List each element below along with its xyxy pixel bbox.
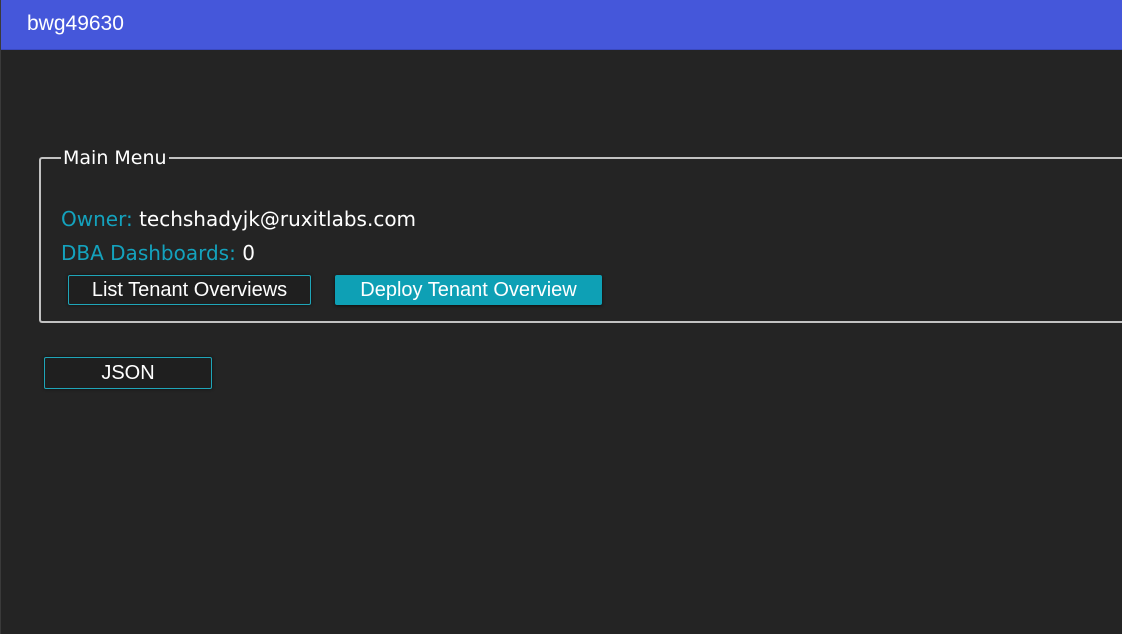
window-title: bwg49630 bbox=[27, 12, 124, 35]
dba-dashboards-value: 0 bbox=[242, 241, 255, 265]
owner-value: techshadyjk@ruxitlabs.com bbox=[139, 207, 417, 231]
deploy-tenant-overview-button[interactable]: Deploy Tenant Overview bbox=[335, 275, 602, 305]
app-window: bwg49630 Main Menu Owner: techshadyjk@ru… bbox=[0, 0, 1122, 634]
owner-label: Owner: bbox=[61, 207, 133, 231]
main-menu-panel: Main Menu Owner: techshadyjk@ruxitlabs.c… bbox=[39, 147, 1122, 323]
json-button[interactable]: JSON bbox=[44, 357, 212, 389]
main-menu-legend: Main Menu bbox=[63, 147, 167, 169]
dba-dashboards-label: DBA Dashboards: bbox=[61, 241, 236, 265]
owner-row: Owner: techshadyjk@ruxitlabs.com bbox=[61, 207, 416, 231]
list-tenant-overviews-button[interactable]: List Tenant Overviews bbox=[68, 275, 311, 305]
dba-dashboards-row: DBA Dashboards: 0 bbox=[61, 241, 255, 265]
title-bar: bwg49630 bbox=[1, 0, 1122, 50]
